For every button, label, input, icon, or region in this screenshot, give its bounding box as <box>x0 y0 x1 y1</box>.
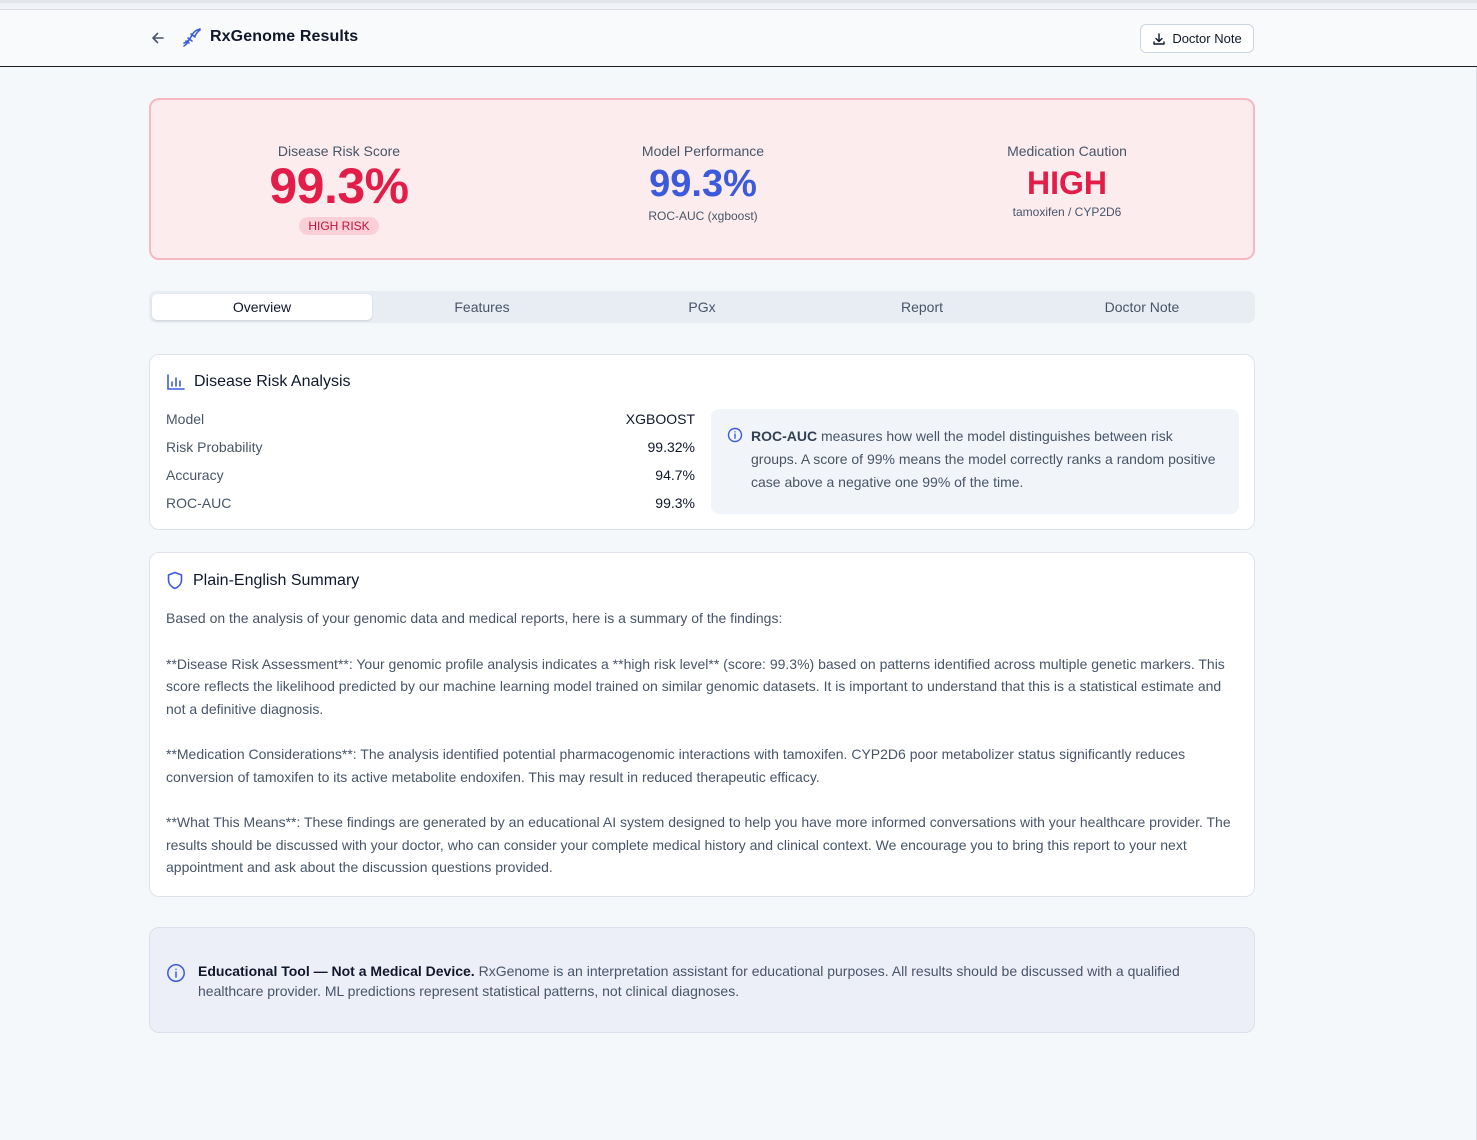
shield-icon <box>167 571 183 590</box>
disease-risk-value: 99.3% <box>269 158 409 214</box>
metric-label: Risk Probability <box>166 439 263 455</box>
metric-row: ROC-AUC 99.3% <box>166 493 695 521</box>
metric-label: ROC-AUC <box>166 495 232 511</box>
back-button[interactable] <box>148 28 168 48</box>
results-summary-banner: Disease Risk Score 99.3% HIGH RISK Model… <box>149 98 1255 260</box>
roc-auc-explanation: measures how well the model distinguishe… <box>751 428 1216 490</box>
tab-pgx[interactable]: PGx <box>592 294 812 320</box>
metric-row: Accuracy 94.7% <box>166 465 695 493</box>
disclaimer-text: Educational Tool — Not a Medical Device.… <box>198 961 1243 1001</box>
metric-label: Model <box>166 411 205 427</box>
model-performance-stat: Model Performance 99.3% ROC-AUC (xgboost… <box>553 143 853 223</box>
metric-value: 99.3% <box>655 495 695 511</box>
disease-risk-label: Disease Risk Score <box>277 143 401 159</box>
browser-top-strip <box>0 0 1477 10</box>
disease-risk-analysis-title: Disease Risk Analysis <box>194 373 351 390</box>
medication-caution-label: Medication Caution <box>1007 143 1127 159</box>
roc-auc-term: ROC-AUC <box>751 428 818 444</box>
plain-english-summary-card: Plain-English Summary Based on the analy… <box>149 552 1255 897</box>
info-icon <box>167 964 185 982</box>
model-performance-sub: ROC-AUC (xgboost) <box>648 209 758 223</box>
results-tabs: Overview Features PGx Report Doctor Note <box>149 291 1255 323</box>
tab-overview[interactable]: Overview <box>152 294 372 320</box>
tab-features[interactable]: Features <box>372 294 592 320</box>
medication-caution-stat: Medication Caution HIGH tamoxifen / CYP2… <box>917 143 1217 219</box>
metric-row: Risk Probability 99.32% <box>166 437 695 465</box>
tab-doctor-note[interactable]: Doctor Note <box>1032 294 1252 320</box>
roc-auc-info-box: ROC-AUC measures how well the model dist… <box>711 409 1239 514</box>
disease-risk-stat: Disease Risk Score 99.3% HIGH RISK <box>189 143 489 235</box>
card-header: Disease Risk Analysis <box>166 373 351 391</box>
metric-label: Accuracy <box>166 467 224 483</box>
download-doctor-note-button[interactable]: Doctor Note <box>1140 24 1254 53</box>
dna-icon <box>181 27 203 49</box>
metric-list: Model XGBOOST Risk Probability 99.32% Ac… <box>166 409 695 521</box>
medication-caution-sub: tamoxifen / CYP2D6 <box>1012 205 1122 219</box>
arrow-left-icon <box>152 32 164 44</box>
summary-paragraph: Based on the analysis of your genomic da… <box>166 610 783 626</box>
educational-disclaimer: Educational Tool — Not a Medical Device.… <box>149 927 1255 1033</box>
tab-report[interactable]: Report <box>812 294 1032 320</box>
medication-caution-value: HIGH <box>1027 165 1107 201</box>
metric-value: 94.7% <box>655 467 695 483</box>
model-performance-label: Model Performance <box>641 143 765 159</box>
app-header: RxGenome Results Doctor Note <box>0 10 1477 67</box>
bar-chart-icon <box>167 373 185 390</box>
metric-row: Model XGBOOST <box>166 409 695 437</box>
download-icon <box>1153 32 1166 45</box>
disease-risk-analysis-card: Disease Risk Analysis Model XGBOOST Risk… <box>149 354 1255 530</box>
page-title: RxGenome Results <box>210 28 359 45</box>
info-icon <box>727 427 743 443</box>
card-header: Plain-English Summary <box>166 571 359 590</box>
doctor-note-button-label: Doctor Note <box>1172 31 1242 46</box>
metric-value: XGBOOST <box>625 411 695 427</box>
disclaimer-heading: Educational Tool — Not a Medical Device. <box>198 963 475 979</box>
summary-text: Based on the analysis of your genomic da… <box>166 607 1241 902</box>
summary-paragraph: **Disease Risk Assessment**: Your genomi… <box>166 655 1225 717</box>
model-performance-value: 99.3% <box>649 163 757 205</box>
summary-paragraph: **What This Means**: These findings are … <box>166 814 1231 875</box>
plain-english-summary-title: Plain-English Summary <box>193 571 360 589</box>
summary-paragraph: **Medication Considerations**: The analy… <box>166 746 1186 785</box>
risk-level-badge: HIGH RISK <box>299 217 379 235</box>
metric-value: 99.32% <box>647 439 695 455</box>
